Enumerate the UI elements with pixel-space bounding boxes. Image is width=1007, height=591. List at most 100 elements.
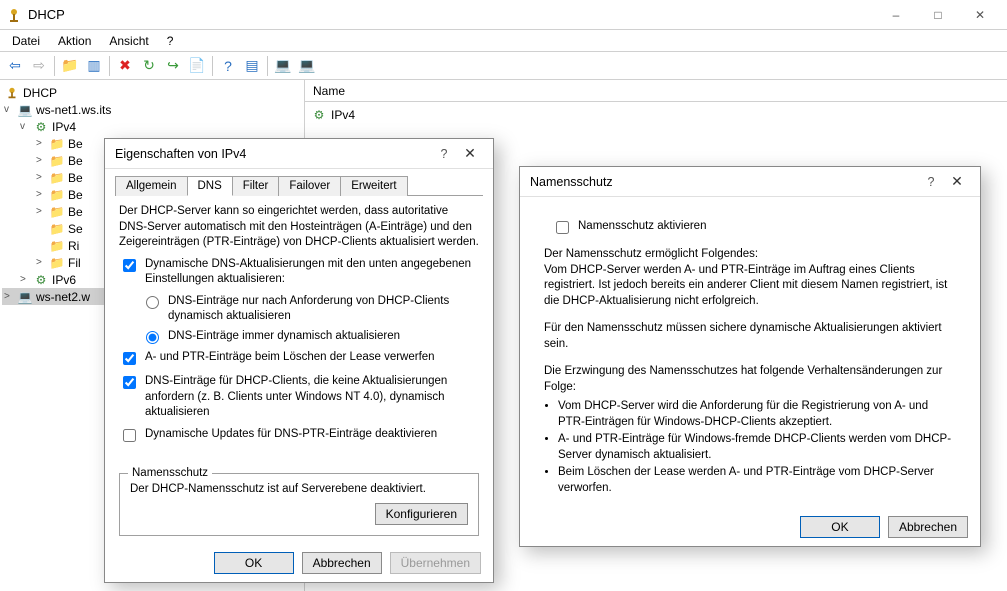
delete-icon[interactable]: ✖ bbox=[114, 55, 136, 77]
chk-dynamic-updates[interactable] bbox=[123, 259, 136, 272]
chk-discard[interactable] bbox=[123, 352, 136, 365]
refresh-icon[interactable]: ↻ bbox=[138, 55, 160, 77]
ok-button[interactable]: OK bbox=[214, 552, 294, 574]
chk-disable-ptr[interactable] bbox=[123, 429, 136, 442]
scope-active-icon[interactable]: 💻 bbox=[272, 55, 294, 77]
close-button[interactable]: ✕ bbox=[959, 2, 1001, 28]
tab-filter[interactable]: Filter bbox=[232, 176, 280, 196]
cancel-button[interactable]: Abbrechen bbox=[302, 552, 382, 574]
maximize-button[interactable]: □ bbox=[917, 2, 959, 28]
bullet: A- und PTR-Einträge für Windows-fremde D… bbox=[558, 432, 956, 463]
tree-label: IPv4 bbox=[52, 120, 76, 134]
toolbar: ⇦ ⇨ 📁 ▥ ✖ ↻ ↪ 📄 ? ▤ 💻 💻 bbox=[0, 52, 1007, 80]
separator bbox=[267, 56, 268, 76]
apply-button[interactable]: Übernehmen bbox=[390, 552, 481, 574]
chk-disable-ptr-label: Dynamische Updates für DNS-PTR-Einträge … bbox=[145, 427, 437, 443]
intro-text: Der DHCP-Server kann so eingerichtet wer… bbox=[119, 204, 479, 251]
folder-icon: 📁 bbox=[49, 255, 65, 271]
radio-always[interactable] bbox=[146, 331, 159, 344]
close-icon[interactable]: ✕ bbox=[457, 145, 483, 162]
list-header-name[interactable]: Name bbox=[305, 80, 1007, 102]
help-icon[interactable]: ? bbox=[918, 175, 944, 189]
dialog-body: Der DHCP-Server kann so eingerichtet wer… bbox=[105, 196, 493, 544]
folder-icon: 📁 bbox=[49, 187, 65, 203]
view-pane-icon[interactable]: ▥ bbox=[83, 55, 105, 77]
ok-button[interactable]: OK bbox=[800, 516, 880, 538]
tree-label: Be bbox=[68, 205, 83, 219]
folder-icon: 📁 bbox=[49, 238, 65, 254]
menu-view[interactable]: Ansicht bbox=[101, 32, 156, 50]
scope-inactive-icon[interactable]: 💻 bbox=[296, 55, 318, 77]
close-icon[interactable]: ✕ bbox=[944, 173, 970, 190]
expand-icon[interactable]: > bbox=[36, 138, 46, 149]
tree-label: ws-net2.w bbox=[36, 290, 90, 304]
tree-root[interactable]: DHCP bbox=[2, 84, 302, 101]
dialog-ipv4-properties: Eigenschaften von IPv4 ? ✕ Allgemein DNS… bbox=[104, 138, 494, 583]
list-icon[interactable]: ▤ bbox=[241, 55, 263, 77]
bullet: Beim Löschen der Lease werden A- und PTR… bbox=[558, 465, 956, 496]
title-bar: DHCP – □ ✕ bbox=[0, 0, 1007, 30]
tree-label: IPv6 bbox=[52, 273, 76, 287]
separator bbox=[109, 56, 110, 76]
folder-icon: 📁 bbox=[49, 136, 65, 152]
configure-button[interactable]: Konfigurieren bbox=[375, 503, 468, 525]
dialog-button-row: OK Abbrechen bbox=[520, 508, 980, 546]
folder-icon: 📁 bbox=[49, 204, 65, 220]
expand-icon[interactable]: > bbox=[36, 155, 46, 166]
expand-icon[interactable]: > bbox=[36, 172, 46, 183]
app-icon bbox=[6, 7, 22, 23]
fieldset-legend: Namensschutz bbox=[128, 466, 212, 482]
dialog-nameprotect: Namensschutz ? ✕ Namensschutz aktivieren… bbox=[519, 166, 981, 547]
tree-ipv4[interactable]: v ⚙ IPv4 bbox=[2, 118, 302, 135]
chk-discard-label: A- und PTR-Einträge beim Löschen der Lea… bbox=[145, 350, 435, 366]
forward-icon[interactable]: ⇨ bbox=[28, 55, 50, 77]
collapse-icon[interactable]: v bbox=[20, 121, 30, 132]
expand-icon[interactable]: > bbox=[36, 257, 46, 268]
minimize-button[interactable]: – bbox=[875, 2, 917, 28]
p3: Für den Namensschutz müssen sichere dyna… bbox=[544, 321, 956, 352]
cancel-button[interactable]: Abbrechen bbox=[888, 516, 968, 538]
tab-advanced[interactable]: Erweitert bbox=[340, 176, 407, 196]
back-icon[interactable]: ⇦ bbox=[4, 55, 26, 77]
dialog-titlebar[interactable]: Namensschutz ? ✕ bbox=[520, 167, 980, 197]
tab-dns[interactable]: DNS bbox=[187, 176, 233, 196]
fieldset-text: Der DHCP-Namensschutz ist auf Servereben… bbox=[130, 482, 468, 498]
collapse-icon[interactable]: v bbox=[4, 104, 14, 115]
chk-noupdate-clients[interactable] bbox=[123, 376, 136, 389]
tree-label: Ri bbox=[68, 239, 79, 253]
list-item[interactable]: ⚙ IPv4 bbox=[311, 106, 1001, 123]
separator bbox=[212, 56, 213, 76]
tree-label: ws-net1.ws.its bbox=[36, 103, 111, 117]
tab-failover[interactable]: Failover bbox=[278, 176, 341, 196]
server-icon: 💻 bbox=[17, 102, 33, 118]
expand-icon[interactable]: > bbox=[4, 291, 14, 302]
expand-icon[interactable]: > bbox=[20, 274, 30, 285]
tree-server1[interactable]: v 💻 ws-net1.ws.its bbox=[2, 101, 302, 118]
ipv4-icon: ⚙ bbox=[33, 119, 49, 135]
server-icon: 💻 bbox=[17, 289, 33, 305]
help-icon[interactable]: ? bbox=[431, 147, 457, 161]
help-icon[interactable]: ? bbox=[217, 55, 239, 77]
tab-general[interactable]: Allgemein bbox=[115, 176, 188, 196]
dialog-titlebar[interactable]: Eigenschaften von IPv4 ? ✕ bbox=[105, 139, 493, 169]
expand-icon[interactable]: > bbox=[36, 189, 46, 200]
dialog-title: Namensschutz bbox=[530, 175, 613, 189]
list-item-label: IPv4 bbox=[331, 108, 355, 122]
dialog-title: Eigenschaften von IPv4 bbox=[115, 147, 246, 161]
expand-icon[interactable]: > bbox=[36, 206, 46, 217]
menu-help[interactable]: ? bbox=[159, 32, 182, 50]
chk-enable-nameprotect[interactable] bbox=[556, 221, 569, 234]
folder-up-icon[interactable]: 📁 bbox=[59, 55, 81, 77]
menu-action[interactable]: Aktion bbox=[50, 32, 99, 50]
menu-file[interactable]: Datei bbox=[4, 32, 48, 50]
radio-on-request[interactable] bbox=[146, 296, 159, 309]
tab-strip: Allgemein DNS Filter Failover Erweitert bbox=[115, 175, 483, 196]
ipv6-icon: ⚙ bbox=[33, 272, 49, 288]
tree-label: Be bbox=[68, 171, 83, 185]
bullet: Vom DHCP-Server wird die Anforderung für… bbox=[558, 399, 956, 430]
chk-noupdate-clients-label: DNS-Einträge für DHCP-Clients, die keine… bbox=[145, 374, 479, 421]
fieldset-nameprotect: Namensschutz Der DHCP-Namensschutz ist a… bbox=[119, 473, 479, 537]
folder-icon: 📁 bbox=[49, 221, 65, 237]
properties-icon[interactable]: 📄 bbox=[186, 55, 208, 77]
export-icon[interactable]: ↪ bbox=[162, 55, 184, 77]
